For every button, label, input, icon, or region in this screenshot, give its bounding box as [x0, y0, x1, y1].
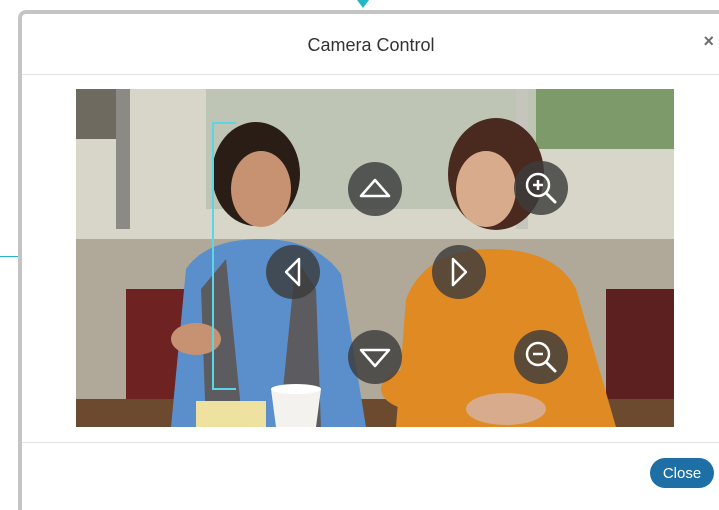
pan-down-button[interactable] [348, 330, 402, 384]
close-button[interactable]: Close [650, 458, 714, 488]
zoom-out-icon [525, 341, 557, 373]
zoom-in-button[interactable] [514, 161, 568, 215]
triangle-up-icon [359, 178, 391, 198]
dialog-title: Camera Control [307, 35, 435, 55]
camera-control-dialog: Camera Control × Close [18, 10, 719, 510]
zoom-out-button[interactable] [514, 330, 568, 384]
pan-up-button[interactable] [348, 162, 402, 216]
zoom-in-icon [525, 172, 557, 204]
pan-left-button[interactable] [266, 245, 320, 299]
triangle-down-icon [359, 348, 391, 368]
focus-bracket [212, 122, 236, 390]
chevron-right-icon [451, 257, 468, 287]
pan-right-button[interactable] [432, 245, 486, 299]
dialog-footer-divider [22, 442, 719, 443]
close-icon[interactable]: × [703, 32, 714, 50]
camera-video-feed[interactable] [76, 89, 674, 427]
callout-pointer [357, 0, 369, 8]
dialog-header: Camera Control × [22, 14, 719, 75]
chevron-left-icon [284, 257, 301, 287]
